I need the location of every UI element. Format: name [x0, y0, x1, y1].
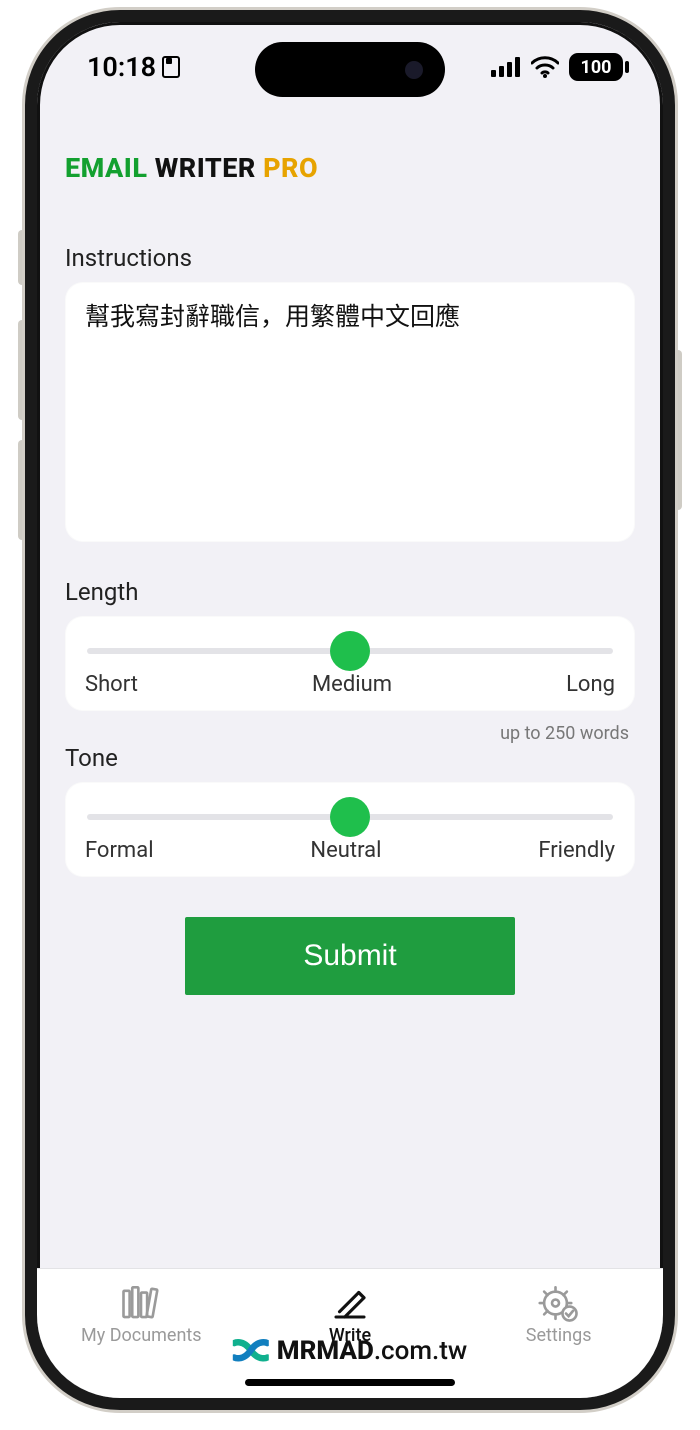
length-slider-thumb[interactable]	[330, 631, 370, 671]
phone-frame: 10:18 100 EMAIL WRITER PRO Instr	[25, 10, 675, 1410]
watermark-bold: MRMAD	[277, 1336, 374, 1366]
cellular-icon	[491, 57, 521, 77]
instructions-card	[65, 282, 635, 542]
app-title: EMAIL WRITER PRO	[65, 152, 635, 184]
length-card: Short Medium Long	[65, 616, 635, 711]
tone-slider-thumb[interactable]	[330, 797, 370, 837]
home-indicator[interactable]	[245, 1379, 455, 1386]
title-word-email: EMAIL	[65, 152, 147, 184]
tone-label: Tone	[65, 744, 635, 772]
dynamic-island	[255, 42, 445, 97]
tab-settings[interactable]: Settings	[464, 1283, 654, 1346]
length-label: Length	[65, 578, 635, 606]
write-icon	[329, 1283, 371, 1323]
watermark: MRMAD.com.tw	[233, 1336, 467, 1366]
title-word-writer: WRITER	[155, 152, 256, 184]
tone-card: Formal Neutral Friendly	[65, 782, 635, 877]
length-slider[interactable]	[87, 648, 613, 654]
tab-settings-label: Settings	[526, 1325, 592, 1346]
wifi-icon	[531, 56, 559, 78]
length-min-label: Short	[85, 672, 138, 697]
instructions-label: Instructions	[65, 244, 635, 272]
battery-indicator: 100	[569, 53, 623, 81]
status-time: 10:18	[87, 51, 156, 83]
watermark-rest: .com.tw	[374, 1336, 467, 1366]
tone-max-label: Friendly	[538, 838, 615, 863]
watermark-logo-icon	[233, 1337, 269, 1365]
instructions-input[interactable]	[85, 300, 615, 524]
sim-icon	[162, 56, 180, 78]
documents-icon	[120, 1283, 162, 1323]
tone-min-label: Formal	[85, 838, 154, 863]
title-word-pro: PRO	[263, 152, 318, 184]
length-mid-label: Medium	[312, 672, 392, 697]
length-max-label: Long	[566, 672, 615, 697]
tab-my-documents[interactable]: My Documents	[46, 1283, 236, 1346]
tone-slider[interactable]	[87, 814, 613, 820]
tone-mid-label: Neutral	[310, 838, 381, 863]
settings-icon	[538, 1283, 580, 1323]
length-note: up to 250 words	[65, 723, 629, 744]
submit-button[interactable]: Submit	[185, 917, 515, 995]
tab-my-documents-label: My Documents	[81, 1325, 202, 1346]
